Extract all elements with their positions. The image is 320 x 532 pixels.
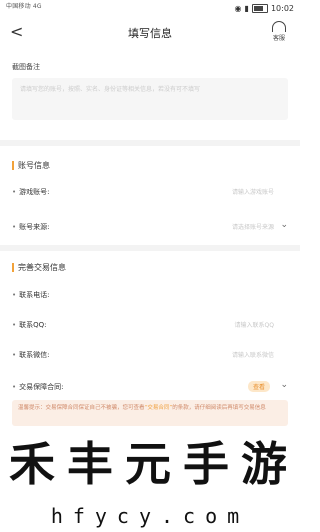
section-divider <box>0 245 300 251</box>
watermark-url: hfycy.com <box>50 504 250 528</box>
notice-link[interactable]: “交易合同” <box>145 405 173 411</box>
bullet-icon: • <box>12 223 17 231</box>
game-account-row[interactable]: • 游戏账号: 请输入游戏账号 <box>12 187 288 201</box>
trade-info-label: 完善交易信息 <box>18 263 66 272</box>
nav-bar: < 填写信息 客服 <box>0 18 300 46</box>
clock-time: 10:02 <box>270 4 294 13</box>
page-title: 填写信息 <box>128 27 172 40</box>
remark-label: 截图备注 <box>12 63 40 71</box>
account-info-label: 账号信息 <box>18 161 50 170</box>
status-bar: 中国移动 4G ◉ ▮ 10:02 <box>0 0 300 18</box>
bullet-icon: • <box>12 351 17 359</box>
watermark: 禾 丰 元 手 游 hfycy.com <box>0 432 300 532</box>
watermark-char: 游 <box>241 437 287 491</box>
qq-input[interactable]: 请输入联系QQ <box>235 320 274 329</box>
remark-textarea[interactable]: 请填写您的账号，按照、实名、身份证等相关信息，若没有可不填写 <box>12 78 288 120</box>
bullet-icon: • <box>12 188 17 196</box>
wechat-row[interactable]: • 联系微信: 请输入联系微信 <box>12 350 288 364</box>
qq-label: 联系QQ: <box>19 321 47 329</box>
watermark-char: 丰 <box>67 437 113 491</box>
vibrate-icon: ▮ <box>244 4 249 13</box>
bullet-icon: • <box>12 291 17 299</box>
watermark-char: 禾 <box>9 437 55 491</box>
qq-row[interactable]: • 联系QQ: 请输入联系QQ <box>12 320 288 334</box>
view-contract-button[interactable]: 查看 <box>247 381 270 392</box>
watermark-chars: 禾 丰 元 手 游 <box>4 436 292 492</box>
notice-text-2: 的条款，请仔细阅读后再填写交易信息 <box>172 405 266 411</box>
chevron-down-icon[interactable]: ⌄ <box>280 220 288 230</box>
account-source-select[interactable]: 请选择账号来源 <box>232 222 274 231</box>
account-source-label: 账号来源: <box>19 223 50 231</box>
service-label: 客服 <box>272 35 285 42</box>
notice-text: 温馨提示：交易保障合同保证自己不被骗，您可查看 <box>18 405 145 411</box>
chevron-down-icon[interactable]: ⌄ <box>280 380 288 390</box>
game-account-input[interactable]: 请输入游戏账号 <box>232 187 274 196</box>
bullet-icon: • <box>12 321 17 329</box>
status-right: ◉ ▮ 10:02 <box>235 4 294 13</box>
wechat-input[interactable]: 请输入联系微信 <box>232 350 274 359</box>
watermark-char: 手 <box>183 437 229 491</box>
bullet-icon: • <box>12 383 17 391</box>
notice-box: 温馨提示：交易保障合同保证自己不被骗，您可查看“交易合同”的条款，请仔细阅读后再… <box>12 400 288 426</box>
headset-icon <box>272 21 286 32</box>
game-account-label: 游戏账号: <box>19 188 50 196</box>
trade-info-title: 完善交易信息 <box>12 262 66 273</box>
title-accent-bar <box>12 161 14 170</box>
title-accent-bar <box>12 263 14 272</box>
account-source-row[interactable]: • 账号来源: 请选择账号来源 ⌄ <box>12 220 288 236</box>
contract-row[interactable]: • 交易保障合同: 查看 ⌄ <box>12 380 288 396</box>
account-info-title: 账号信息 <box>12 160 50 171</box>
phone-label: 联系电话: <box>19 291 50 299</box>
section-divider <box>0 140 300 146</box>
watermark-char: 元 <box>125 437 171 491</box>
phone-row[interactable]: • 联系电话: <box>12 290 288 304</box>
carrier-text: 中国移动 4G <box>6 3 42 10</box>
wechat-label: 联系微信: <box>19 351 50 359</box>
customer-service-button[interactable]: 客服 <box>264 21 294 42</box>
contract-label: 交易保障合同: <box>19 383 64 391</box>
battery-icon <box>251 4 268 13</box>
eye-icon: ◉ <box>234 4 242 13</box>
